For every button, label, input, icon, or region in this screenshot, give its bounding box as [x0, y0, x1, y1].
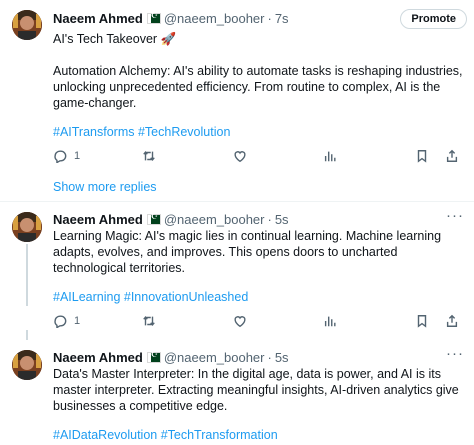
- hashtags[interactable]: #AIDataRevolution #TechTransformation: [53, 428, 464, 442]
- tweet-actions: 1: [53, 149, 458, 165]
- reply-count: 1: [74, 150, 81, 162]
- avatar[interactable]: [12, 212, 42, 242]
- avatar[interactable]: [12, 350, 42, 380]
- show-more-replies-link[interactable]: Show more replies: [53, 180, 157, 194]
- bookmark-button[interactable]: [415, 314, 429, 328]
- share-icon: [446, 149, 458, 162]
- author-name[interactable]: Naeem Ahmed: [53, 350, 143, 365]
- tweet-actions: 1: [53, 314, 458, 330]
- views-button[interactable]: [323, 149, 337, 163]
- author-name[interactable]: Naeem Ahmed: [53, 212, 143, 227]
- author-handle[interactable]: @naeem_booher: [164, 350, 265, 365]
- views-icon: [324, 151, 336, 162]
- like-button[interactable]: [233, 314, 247, 328]
- author-name[interactable]: Naeem Ahmed: [53, 11, 143, 26]
- separator-dot: ·: [267, 10, 272, 26]
- bookmark-button[interactable]: [415, 149, 429, 163]
- like-button[interactable]: [233, 149, 247, 163]
- separator-dot: ·: [267, 211, 272, 227]
- reply-button[interactable]: 1: [53, 149, 80, 163]
- tweet-text: Automation Alchemy: AI's ability to auto…: [53, 64, 463, 110]
- avatar-image: [12, 10, 42, 40]
- tweet-header: Naeem Ahmed @naeem_booher · 5s ···: [53, 345, 464, 366]
- share-icon: [446, 314, 458, 327]
- timestamp[interactable]: 5s: [275, 212, 289, 227]
- bookmark-icon: [417, 150, 427, 163]
- reply-count: 1: [74, 315, 81, 327]
- tweet-text: Learning Magic: AI's magic lies in conti…: [53, 229, 442, 275]
- avatar-image: [12, 350, 42, 380]
- repost-icon: [143, 150, 155, 162]
- like-icon: [234, 151, 246, 163]
- timestamp[interactable]: 5s: [275, 350, 289, 365]
- reply-button[interactable]: 1: [53, 314, 80, 328]
- share-button[interactable]: [445, 149, 459, 163]
- bookmark-icon: [417, 315, 427, 328]
- reply-icon: [54, 150, 67, 163]
- hashtags[interactable]: #AITransforms #TechRevolution: [53, 125, 464, 139]
- author-handle[interactable]: @naeem_booher: [164, 212, 265, 227]
- tweet-header: Naeem Ahmed @naeem_booher · 5s ···: [53, 207, 464, 228]
- divider: [0, 201, 474, 202]
- reply-icon: [54, 315, 67, 328]
- avatar[interactable]: [12, 10, 42, 40]
- promote-button[interactable]: Promote: [400, 9, 467, 29]
- tweet-text: Data's Master Interpreter: In the digita…: [53, 367, 459, 413]
- repost-button[interactable]: [142, 314, 156, 328]
- avatar-image: [12, 212, 42, 242]
- pakistan-flag-icon: [146, 212, 161, 225]
- tweet-title: AI's Tech Takeover 🚀: [53, 32, 177, 46]
- separator-dot: ·: [267, 349, 272, 365]
- pakistan-flag-icon: [146, 11, 161, 24]
- repost-icon: [143, 315, 155, 327]
- views-button[interactable]: [323, 314, 337, 328]
- thread-line: [26, 330, 28, 340]
- share-button[interactable]: [445, 314, 459, 328]
- pakistan-flag-icon: [146, 350, 161, 363]
- repost-button[interactable]: [142, 149, 156, 163]
- views-icon: [324, 316, 336, 327]
- more-options-icon[interactable]: ···: [446, 207, 464, 224]
- timestamp[interactable]: 7s: [275, 11, 289, 26]
- author-handle[interactable]: @naeem_booher: [164, 11, 265, 26]
- thread-line: [26, 244, 28, 306]
- like-icon: [234, 316, 246, 328]
- more-options-icon[interactable]: ···: [446, 345, 464, 362]
- hashtags[interactable]: #AILearning #InnovationUnleashed: [53, 290, 464, 304]
